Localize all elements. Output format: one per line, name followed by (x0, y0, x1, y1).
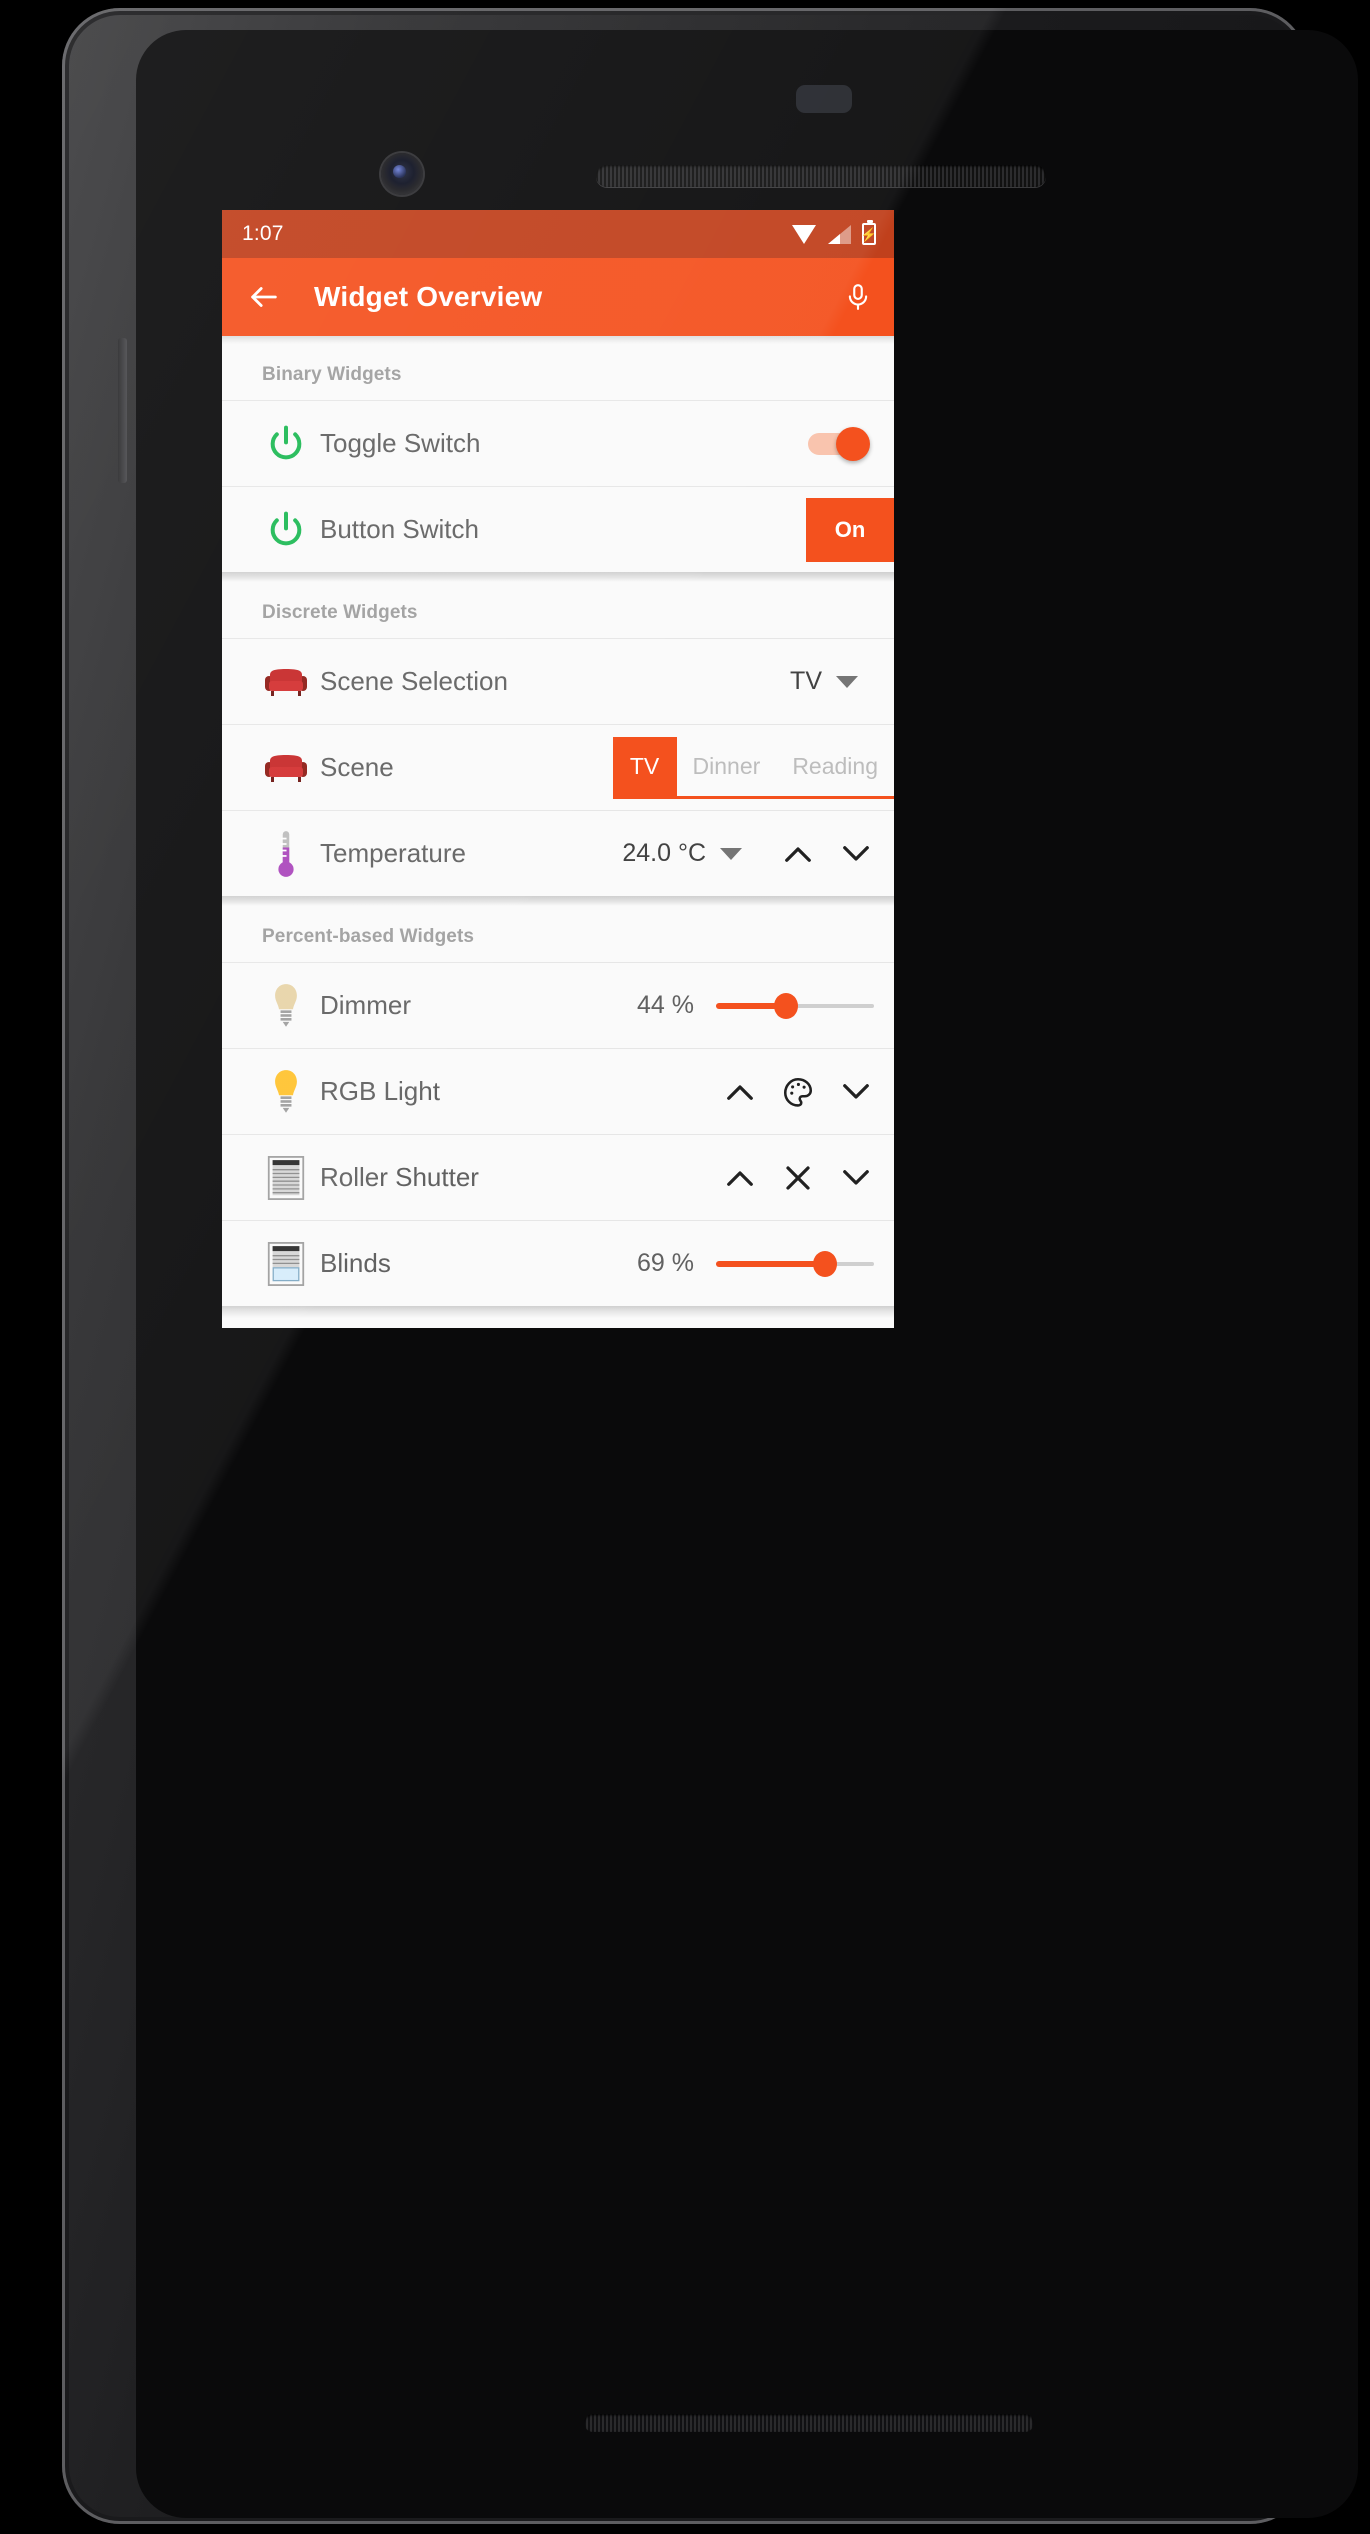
earpiece-speaker (596, 165, 1046, 187)
row-control[interactable] (702, 1158, 876, 1198)
front-camera-icon (381, 153, 423, 195)
row-control[interactable] (702, 1072, 876, 1112)
blinds-slider[interactable] (716, 1247, 874, 1281)
status-bar-clock: 1:07 (242, 222, 284, 245)
back-arrow-icon[interactable] (244, 277, 284, 317)
row-label: Dimmer (320, 990, 411, 1020)
slider-knob[interactable] (813, 1250, 838, 1277)
power-icon (260, 423, 312, 465)
toggle-switch[interactable] (808, 426, 870, 461)
row-dimmer[interactable]: Dimmer 44 % (222, 962, 894, 1048)
status-bar-icons: ⚡ (792, 220, 877, 245)
bottom-speaker (584, 2414, 1034, 2432)
phone-device-frame: 1:07 ⚡ Widget Overview Binary Widgets To… (62, 8, 1358, 2524)
section-divider (222, 896, 894, 906)
row-blinds[interactable]: Blinds 69 % (222, 1220, 894, 1306)
section-divider (222, 572, 894, 582)
page-title: Widget Overview (314, 281, 543, 312)
scroll-edge-shadow (222, 1306, 894, 1318)
power-icon (260, 509, 312, 551)
row-label: RGB Light (320, 1076, 440, 1106)
stop-x-icon[interactable] (778, 1158, 818, 1198)
battery-charging-icon: ⚡ (861, 220, 877, 245)
chevron-up-icon[interactable] (720, 1072, 760, 1112)
phone-screen-glass: 1:07 ⚡ Widget Overview Binary Widgets To… (136, 30, 1358, 2518)
section-header-percent: Percent-based Widgets (262, 926, 475, 947)
toggle-thumb[interactable] (836, 426, 870, 461)
row-control[interactable]: 24.0 °C (622, 834, 876, 874)
row-scene-selection[interactable]: Scene Selection TV (222, 638, 894, 724)
roller-shutter-icon (260, 1155, 312, 1201)
chevron-down-icon[interactable] (836, 675, 858, 688)
row-roller-shutter[interactable]: Roller Shutter (222, 1134, 894, 1220)
dropdown-value: TV (790, 667, 822, 695)
row-label: Scene (320, 752, 394, 782)
row-control[interactable]: TV Dinner Reading (612, 736, 894, 799)
row-label: Button Switch (320, 514, 479, 544)
cellular-signal-icon (828, 224, 851, 244)
row-control[interactable]: On (806, 497, 894, 562)
app-bar: Widget Overview (222, 258, 894, 336)
row-control[interactable]: 44 % (637, 989, 876, 1023)
row-control[interactable]: TV (790, 667, 876, 696)
lightbulb-dim-icon (260, 982, 312, 1030)
proximity-sensor (796, 85, 852, 113)
row-label: Temperature (320, 838, 466, 868)
row-control[interactable]: 69 % (637, 1247, 876, 1281)
on-button[interactable]: On (806, 497, 894, 562)
app-screen: 1:07 ⚡ Widget Overview Binary Widgets To… (222, 210, 894, 1328)
segment-reading[interactable]: Reading (776, 737, 894, 799)
blinds-percent-value: 69 % (637, 1249, 694, 1277)
section-divider (222, 336, 894, 344)
section-header-discrete: Discrete Widgets (262, 602, 418, 623)
segment-dinner[interactable]: Dinner (676, 737, 777, 799)
scene-segmented-control[interactable]: TV Dinner Reading (612, 736, 894, 799)
row-scene[interactable]: Scene TV Dinner Reading (222, 724, 894, 810)
chevron-down-icon[interactable] (836, 834, 876, 874)
segment-tv[interactable]: TV (612, 736, 677, 799)
row-button-switch[interactable]: Button Switch On (222, 486, 894, 572)
row-label: Toggle Switch (320, 428, 481, 458)
couch-icon (260, 751, 312, 785)
microphone-icon[interactable] (840, 279, 876, 315)
row-label: Scene Selection (320, 666, 508, 696)
section-header-binary: Binary Widgets (262, 364, 402, 385)
chevron-up-icon[interactable] (778, 834, 818, 874)
chevron-down-icon[interactable] (836, 1158, 876, 1198)
row-toggle-switch[interactable]: Toggle Switch (222, 400, 894, 486)
dimmer-slider[interactable] (716, 989, 874, 1023)
row-label: Blinds (320, 1248, 391, 1278)
row-control[interactable] (808, 426, 876, 461)
slider-fill (716, 1260, 826, 1267)
blinds-icon (260, 1241, 312, 1287)
wifi-icon (792, 224, 817, 244)
chevron-down-icon[interactable] (720, 847, 742, 860)
temperature-value: 24.0 °C (622, 839, 706, 867)
widget-list[interactable]: Binary Widgets Toggle Switch Button Swit… (222, 336, 894, 1328)
chevron-up-icon[interactable] (720, 1158, 760, 1198)
row-label: Roller Shutter (320, 1162, 479, 1192)
thermometer-icon (260, 829, 312, 879)
row-temperature[interactable]: Temperature 24.0 °C (222, 810, 894, 896)
row-rgb-light[interactable]: RGB Light (222, 1048, 894, 1134)
couch-icon (260, 665, 312, 699)
color-palette-icon[interactable] (778, 1072, 818, 1112)
chevron-down-icon[interactable] (836, 1072, 876, 1112)
left-side-button[interactable] (118, 338, 127, 483)
dimmer-percent-value: 44 % (637, 991, 694, 1019)
slider-knob[interactable] (773, 992, 798, 1019)
lightbulb-on-icon (260, 1068, 312, 1116)
status-bar: 1:07 ⚡ (222, 210, 894, 258)
